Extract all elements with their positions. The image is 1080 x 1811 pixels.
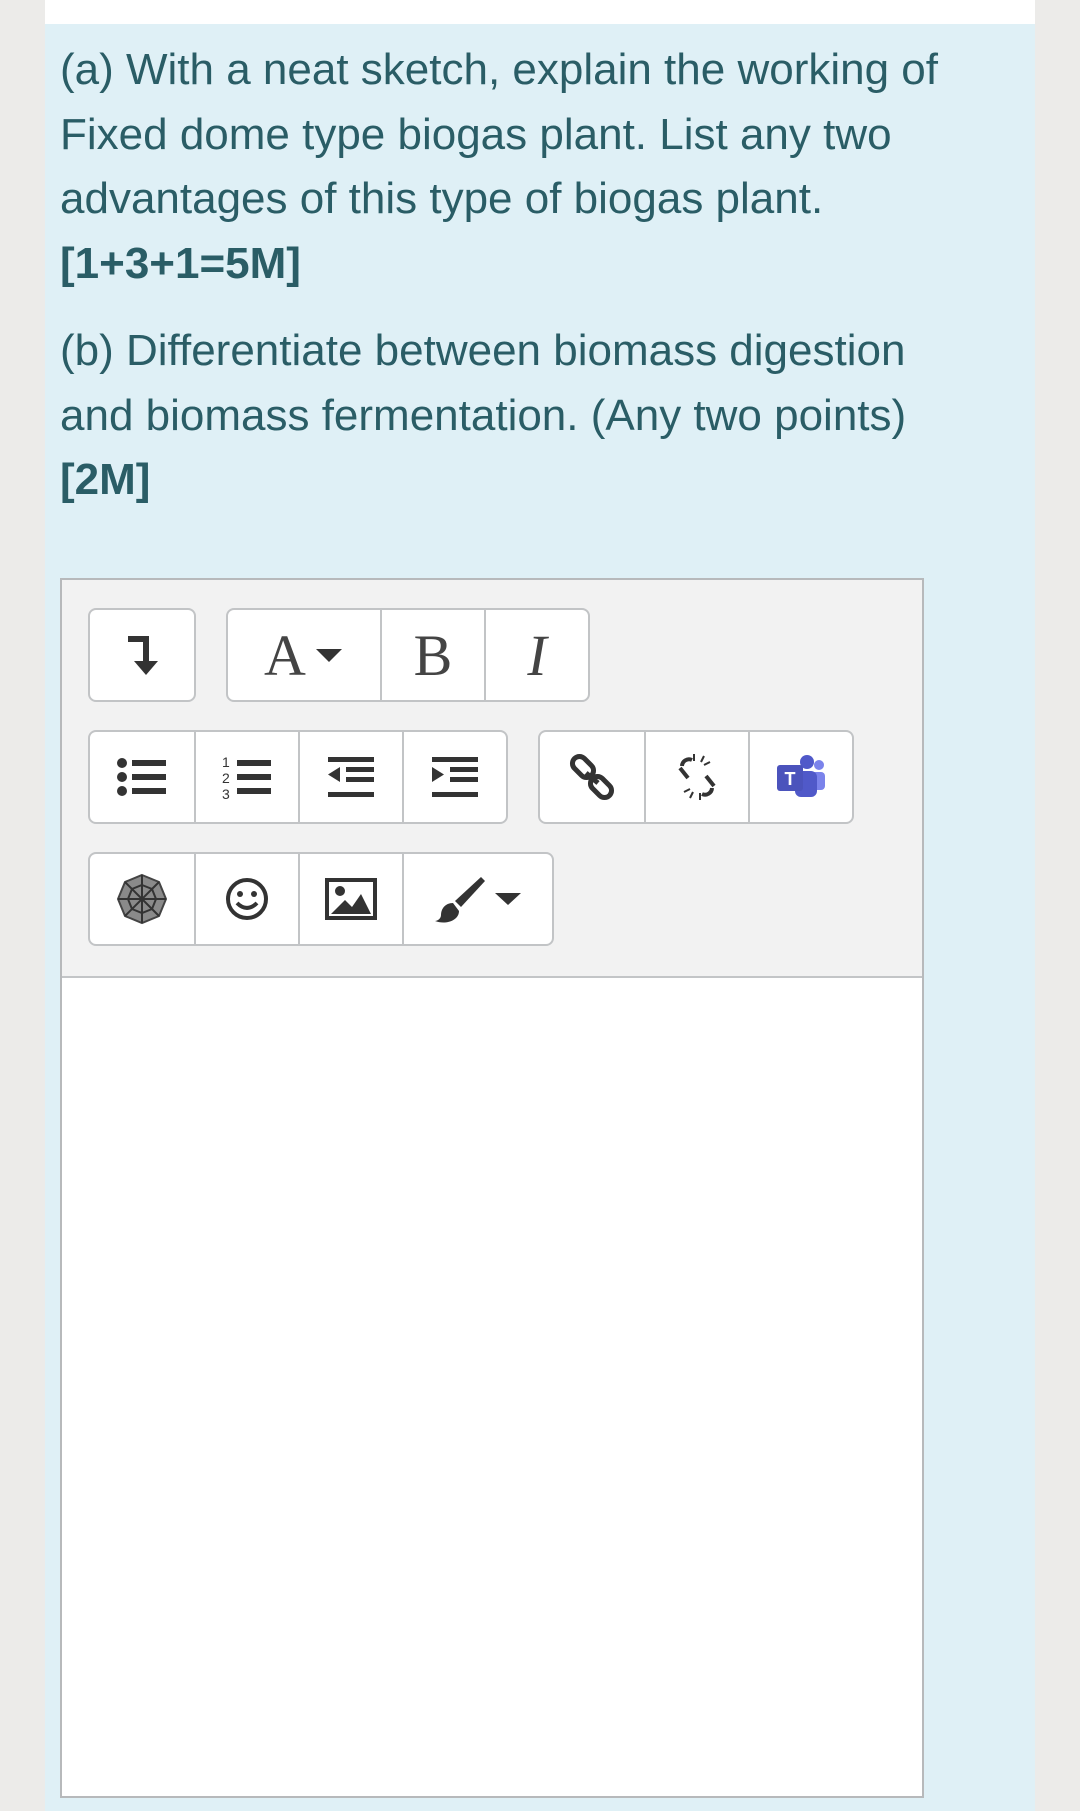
svg-text:T: T [785,769,796,789]
show-more-button[interactable] [90,610,194,700]
brush-dropdown-button[interactable] [402,854,552,944]
emoji-icon [226,878,268,920]
svg-text:3: 3 [222,786,230,801]
question-b-text: (b) Differentiate between biomass digest… [60,326,907,440]
equation-icon [116,873,168,925]
toolbar-group-collapse [88,608,196,702]
bold-icon: B [413,622,453,688]
toolbar-group-insert [88,852,554,946]
toolbar-group-links: T [538,730,854,824]
italic-icon: I [527,622,547,688]
question-b: (b) Differentiate between biomass digest… [60,319,960,513]
teams-icon: T [777,755,825,797]
question-b-marks: [2M] [60,455,151,504]
indent-button[interactable] [402,732,506,822]
unlink-icon [678,754,716,800]
link-icon [569,753,615,801]
image-icon [325,878,377,920]
question-a-text: (a) With a neat sketch, explain the work… [60,45,938,223]
toolbar-group-lists: 1 2 3 [88,730,508,824]
outdent-button[interactable] [298,732,402,822]
answer-editor: A B I 1 2 3 T [60,578,924,1798]
emoji-button[interactable] [194,854,298,944]
toolbar-group-style: A B I [226,608,590,702]
top-bar [45,0,1035,24]
link-button[interactable] [540,732,644,822]
unordered-list-icon [117,758,166,796]
svg-text:1: 1 [222,754,230,770]
equation-button[interactable] [90,854,194,944]
font-color-button[interactable]: A [228,610,380,700]
bold-button[interactable]: B [380,610,484,700]
italic-button[interactable]: I [484,610,588,700]
font-label: A [264,622,306,688]
indent-icon [432,757,478,797]
outdent-icon [328,757,374,797]
image-button[interactable] [298,854,402,944]
brush-dropdown-icon [435,877,521,923]
show-more-icon [128,636,158,675]
answer-text-area[interactable] [62,978,922,1796]
ordered-list-button[interactable]: 1 2 3 [194,732,298,822]
ordered-list-icon: 1 2 3 [222,754,271,801]
unordered-list-button[interactable] [90,732,194,822]
question-a: (a) With a neat sketch, explain the work… [60,38,960,296]
svg-text:2: 2 [222,770,230,786]
teams-button[interactable]: T [748,732,852,822]
font-color-icon [315,649,342,662]
question-a-marks: [1+3+1=5M] [60,238,301,288]
editor-toolbar: A B I 1 2 3 T [62,580,922,978]
unlink-button[interactable] [644,732,748,822]
